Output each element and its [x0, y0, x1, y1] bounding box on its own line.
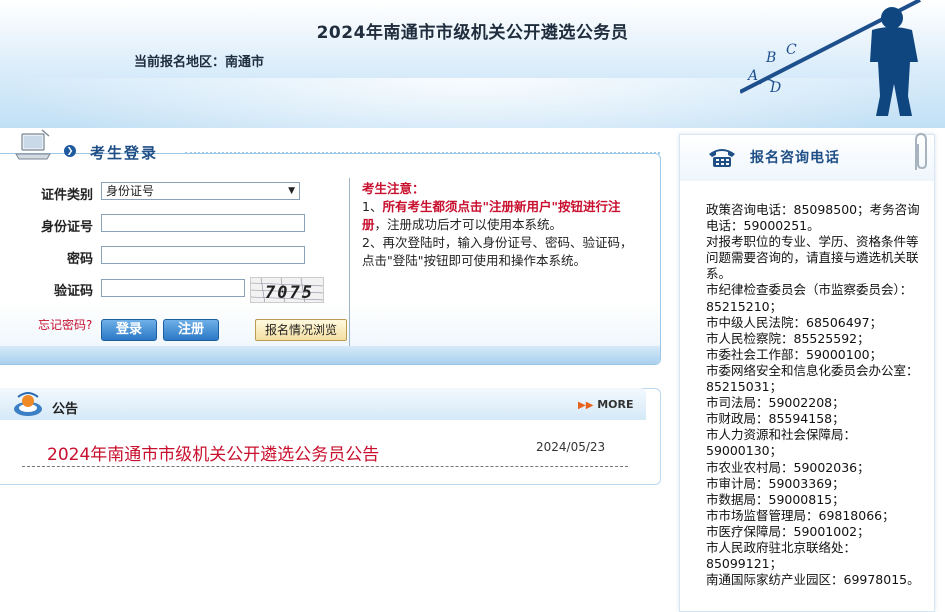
register-button[interactable]: 注册	[163, 319, 219, 341]
captcha-image[interactable]: 7075	[250, 277, 324, 303]
phone-entry: 市审计局：59003369；	[706, 475, 845, 491]
chevron-down-icon: ▼	[288, 186, 295, 196]
notice-heading: 考生注意：	[362, 181, 425, 196]
login-heading-divider	[185, 152, 660, 154]
phone-entry: 市数据局：59000815；	[706, 491, 845, 507]
id-number-label: 身份证号	[40, 220, 93, 235]
announcement-icon	[14, 392, 42, 416]
phone-entry: 市人民政府驻北京联络处：85099121；	[706, 539, 857, 572]
double-arrow-icon: ▶▶	[578, 400, 594, 411]
announcement-item-link[interactable]: 2024年南通市市级机关公开遴选公务员公告	[47, 440, 379, 465]
more-link[interactable]: ▶▶ MORE	[578, 398, 634, 411]
laptop-icon	[15, 129, 51, 160]
more-label: MORE	[597, 398, 634, 411]
phone-entry: 市医疗保障局：59001002；	[706, 523, 870, 539]
header-illustration: A B C D	[740, 0, 921, 116]
captcha-drawing: 7075	[251, 278, 323, 303]
page-header: 2024年南通市市级机关公开遴选公务员 当前报名地区：南通市 A B C D	[0, 0, 945, 128]
password-input[interactable]	[101, 246, 305, 264]
region-value: 南通市	[225, 55, 265, 70]
phone-entry: 市人力资源和社会保障局：59000130；	[706, 427, 857, 459]
phone-entry: 市市场监督管理局：69818066；	[706, 507, 895, 523]
forgot-password-link[interactable]: 忘记密码?	[38, 316, 92, 333]
announcement-title: 公告	[52, 402, 79, 417]
phone-entry: 市财政局：85594158；	[706, 411, 845, 427]
notice-line-1-num: 1、	[362, 199, 383, 214]
announcement-item-date: 2024/05/23	[536, 440, 606, 454]
notice-line-2: 2、再次登陆时，输入身份证号、密码、验证码，点击"登陆"按钮即可使用和操作本系统…	[362, 235, 633, 268]
notice-line-1: 1、所有考生都须点击"注册新用户"按钮进行注册，注册成功后才可以使用本系统。	[362, 198, 640, 234]
notice-line-1-rest: ，注册成功后才可以使用本系统。	[374, 217, 563, 232]
phone-entry: 市纪律检查委员会（市监察委员会）：85215210；	[706, 282, 913, 314]
phone-entry: 市中级人民法院：68506497；	[706, 314, 883, 330]
id-type-selected: 身份证号	[106, 184, 155, 198]
announcement-header-bar	[0, 388, 646, 420]
art-letter-d: D	[769, 80, 781, 96]
telephone-icon	[709, 149, 735, 167]
id-type-label: 证件类别	[40, 188, 93, 203]
phone-entry: 市司法局：59002208；	[706, 395, 845, 411]
login-title: 考生登录	[90, 144, 159, 162]
announcement-divider	[22, 466, 628, 467]
phone-entry: 市委社会工作部：59000100；	[706, 346, 883, 362]
phone-entry: 对报考职位的专业、学历、资格条件等问题需要咨询的，请直接与遴选机关联系。	[706, 234, 919, 282]
art-letter-c: C	[786, 42, 797, 58]
notice-box: 考生注意： 1、所有考生都须点击"注册新用户"按钮进行注册，注册成功后才可以使用…	[362, 180, 640, 270]
art-letter-a: A	[746, 68, 758, 84]
paperclip-icon	[915, 132, 927, 170]
art-letter-b: B	[765, 50, 776, 66]
phone-entry: 市人民检察院：85525592；	[706, 330, 870, 346]
login-button[interactable]: 登录	[101, 319, 157, 341]
login-heading-bullet-icon: ❯	[64, 145, 76, 157]
captcha-input[interactable]	[101, 279, 245, 297]
browse-status-button[interactable]: 报名情况浏览	[255, 319, 347, 341]
phone-panel-title: 报名咨询电话	[750, 150, 840, 166]
current-region: 当前报名地区：南通市	[134, 51, 264, 70]
captcha-label: 验证码	[53, 284, 93, 299]
id-number-input[interactable]	[101, 214, 305, 232]
region-label: 当前报名地区：	[134, 55, 226, 70]
phone-entry: 政策咨询电话：85098500；考务咨询电话：59000251。	[706, 202, 920, 234]
phone-entry: 市委网络安全和信息化委员会办公室：85215031；	[706, 362, 919, 395]
login-panel-band	[0, 346, 660, 364]
phone-entry: 南通国际家纺产业园区：69978015。	[706, 572, 920, 588]
phone-list: 政策咨询电话：85098500；考务咨询电话：59000251。 对报考职位的专…	[706, 202, 920, 588]
captcha-text: 7075	[265, 283, 314, 303]
login-divider	[349, 178, 350, 346]
id-type-select[interactable]: 身份证号 ▼	[101, 182, 300, 200]
password-label: 密码	[66, 252, 93, 267]
phone-entry: 市农业农村局：59002036；	[706, 459, 870, 475]
